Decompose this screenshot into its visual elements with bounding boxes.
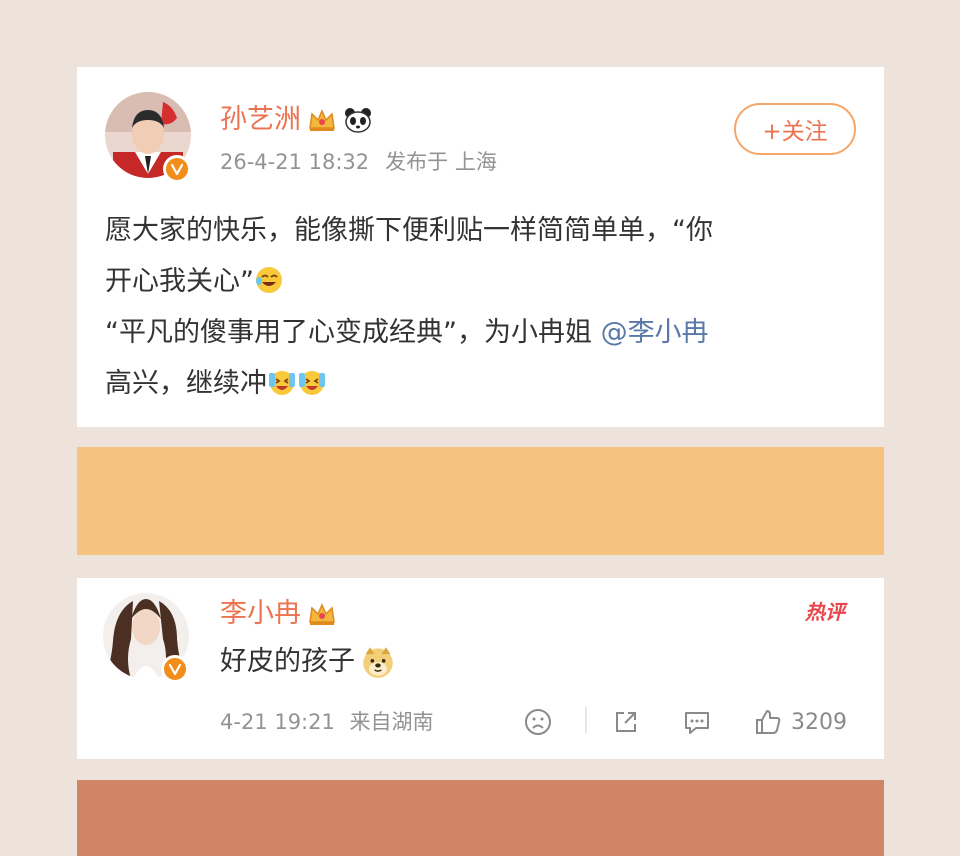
verified-icon [161,655,189,683]
emoji-laugh-tears [256,267,282,293]
mention-link[interactable]: @李小冉 [601,317,709,348]
post-text-line: 开心我关心” [105,256,865,307]
color-band [77,780,884,856]
crown-icon [309,603,335,625]
like-button[interactable]: 3209 [753,704,847,740]
comment-icon [685,712,709,734]
follow-label: +关注 [762,119,828,145]
post-text-segment: 高兴，继续冲 [105,368,267,399]
comment-source: 来自湖南 [349,710,434,734]
post-text-line: 高兴，继续冲 [105,358,865,409]
like-icon [756,710,781,734]
share-icon [616,712,636,732]
post-text-segment: “平凡的傻事用了心变成经典”，为小冉姐 [105,317,601,348]
panda-icon [345,108,371,133]
dislike-icon [525,709,551,735]
emoji-happy-cry [299,371,325,395]
post-text-line: “平凡的傻事用了心变成经典”，为小冉姐 @李小冉 [105,307,865,358]
like-count: 3209 [791,709,847,735]
emoji-happy-cry [269,371,295,395]
post-location: 发布于 上海 [385,150,497,174]
comment-text: 好皮的孩子 [220,644,395,680]
color-band [77,447,884,555]
post-text-line: 愿大家的快乐，能像撕下便利贴一样简简单单，“你 [105,215,713,246]
comment-button[interactable] [682,704,712,740]
post-card: 孙艺洲 26-4-21 18:32 发布于 上海 +关注 愿大家的快乐，能像撕下便… [77,67,884,427]
dislike-button[interactable] [523,704,553,740]
doge-emoji [363,647,393,678]
username-text[interactable]: 李小冉 [220,598,301,630]
post-text: 愿大家的快乐，能像撕下便利贴一样简简单单，“你 开心我关心” “平凡的傻事用了心… [105,205,865,409]
post-username[interactable]: 孙艺洲 [220,104,373,136]
post-timestamp: 26-4-21 18:32 [220,150,370,174]
username-text[interactable]: 孙艺洲 [220,104,301,136]
comment-meta: 4-21 19:21 来自湖南 [220,709,434,735]
hot-comment-badge: 热评 [805,600,845,624]
share-button[interactable] [611,704,641,740]
comment-username[interactable]: 李小冉 [220,598,337,630]
post-text-segment: 开心我关心” [105,266,254,297]
comment-timestamp: 4-21 19:21 [220,710,335,734]
crown-icon [309,109,335,131]
post-meta: 26-4-21 18:32 发布于 上海 [220,149,497,175]
divider [585,707,587,733]
comment-card: 李小冉 热评 好皮的孩子 4-21 19:21 来自湖南 3209 [77,578,884,759]
comment-text-content: 好皮的孩子 [220,646,355,677]
follow-button[interactable]: +关注 [734,103,856,155]
verified-icon [163,155,191,183]
